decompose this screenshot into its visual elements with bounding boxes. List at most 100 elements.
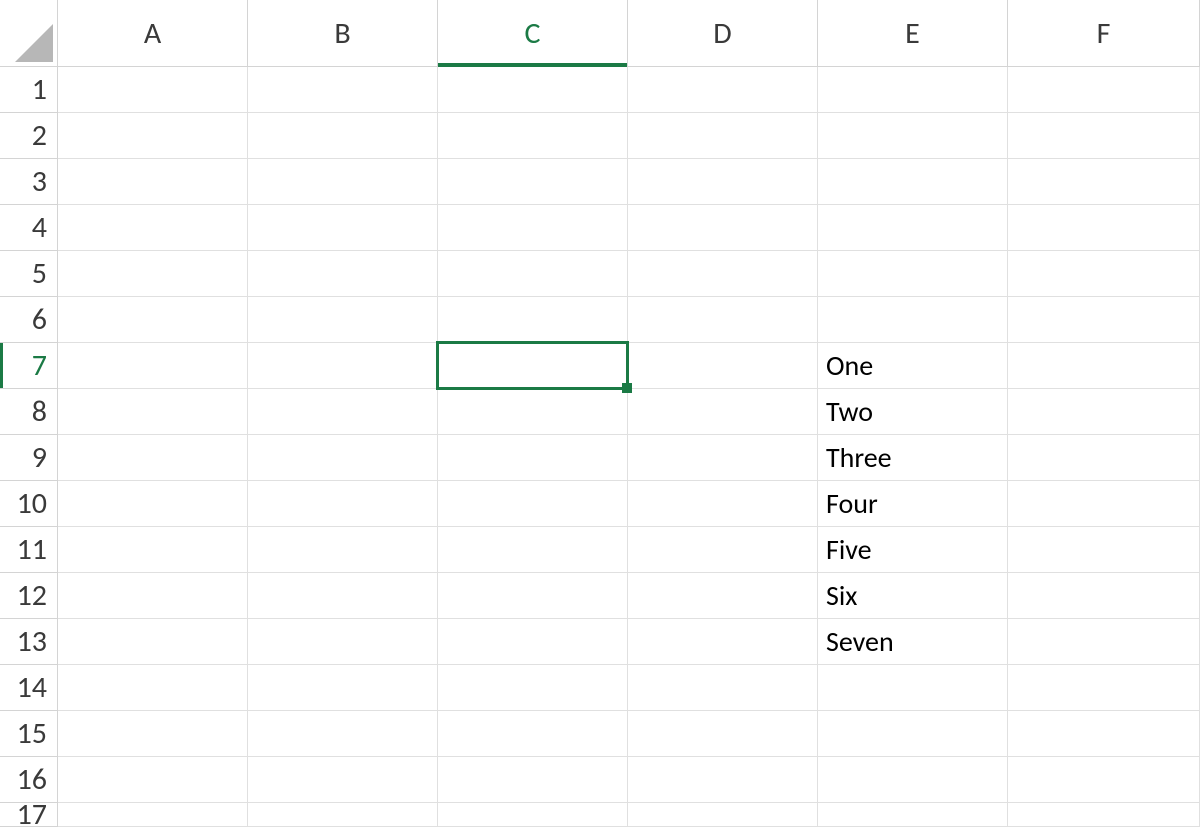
cell-D9[interactable]	[628, 435, 818, 481]
cell-E7[interactable]: One	[818, 343, 1008, 389]
cell-B16[interactable]	[248, 757, 438, 803]
cell-B10[interactable]	[248, 481, 438, 527]
cell-C7[interactable]	[438, 343, 628, 389]
cell-A16[interactable]	[58, 757, 248, 803]
cell-C15[interactable]	[438, 711, 628, 757]
cell-C9[interactable]	[438, 435, 628, 481]
cell-B3[interactable]	[248, 159, 438, 205]
row-header-10[interactable]: 10	[0, 481, 58, 527]
cell-F16[interactable]	[1008, 757, 1200, 803]
cell-A5[interactable]	[58, 251, 248, 297]
cell-C14[interactable]	[438, 665, 628, 711]
row-header-2[interactable]: 2	[0, 113, 58, 159]
cell-D3[interactable]	[628, 159, 818, 205]
row-header-12[interactable]: 12	[0, 573, 58, 619]
cell-D5[interactable]	[628, 251, 818, 297]
cell-D15[interactable]	[628, 711, 818, 757]
cell-B4[interactable]	[248, 205, 438, 251]
cell-A9[interactable]	[58, 435, 248, 481]
cell-A17[interactable]	[58, 803, 248, 827]
cell-A1[interactable]	[58, 67, 248, 113]
cell-D2[interactable]	[628, 113, 818, 159]
column-header-F[interactable]: F	[1008, 0, 1200, 67]
cell-C5[interactable]	[438, 251, 628, 297]
cell-F3[interactable]	[1008, 159, 1200, 205]
cell-D4[interactable]	[628, 205, 818, 251]
cell-C8[interactable]	[438, 389, 628, 435]
cell-F10[interactable]	[1008, 481, 1200, 527]
cell-A11[interactable]	[58, 527, 248, 573]
row-header-13[interactable]: 13	[0, 619, 58, 665]
cell-E2[interactable]	[818, 113, 1008, 159]
cell-B9[interactable]	[248, 435, 438, 481]
row-header-3[interactable]: 3	[0, 159, 58, 205]
row-header-7[interactable]: 7	[0, 343, 58, 389]
cell-E1[interactable]	[818, 67, 1008, 113]
cell-F14[interactable]	[1008, 665, 1200, 711]
cell-B15[interactable]	[248, 711, 438, 757]
cell-D12[interactable]	[628, 573, 818, 619]
row-header-6[interactable]: 6	[0, 297, 58, 343]
cell-F15[interactable]	[1008, 711, 1200, 757]
cell-D14[interactable]	[628, 665, 818, 711]
cell-C6[interactable]	[438, 297, 628, 343]
cell-F17[interactable]	[1008, 803, 1200, 827]
cell-D16[interactable]	[628, 757, 818, 803]
cell-C1[interactable]	[438, 67, 628, 113]
cell-E10[interactable]: Four	[818, 481, 1008, 527]
select-all-corner[interactable]	[0, 0, 58, 67]
cell-B6[interactable]	[248, 297, 438, 343]
cell-E8[interactable]: Two	[818, 389, 1008, 435]
cell-E5[interactable]	[818, 251, 1008, 297]
cell-E14[interactable]	[818, 665, 1008, 711]
cell-B5[interactable]	[248, 251, 438, 297]
cell-F4[interactable]	[1008, 205, 1200, 251]
cell-C12[interactable]	[438, 573, 628, 619]
cell-A12[interactable]	[58, 573, 248, 619]
cell-B14[interactable]	[248, 665, 438, 711]
cell-B2[interactable]	[248, 113, 438, 159]
cell-C2[interactable]	[438, 113, 628, 159]
cell-F6[interactable]	[1008, 297, 1200, 343]
cell-F5[interactable]	[1008, 251, 1200, 297]
cell-E17[interactable]	[818, 803, 1008, 827]
cell-B1[interactable]	[248, 67, 438, 113]
column-header-A[interactable]: A	[58, 0, 248, 67]
cell-B12[interactable]	[248, 573, 438, 619]
cell-E16[interactable]	[818, 757, 1008, 803]
row-header-11[interactable]: 11	[0, 527, 58, 573]
cell-A15[interactable]	[58, 711, 248, 757]
cell-F11[interactable]	[1008, 527, 1200, 573]
cell-B17[interactable]	[248, 803, 438, 827]
cell-F2[interactable]	[1008, 113, 1200, 159]
cell-E4[interactable]	[818, 205, 1008, 251]
cell-C16[interactable]	[438, 757, 628, 803]
cell-F12[interactable]	[1008, 573, 1200, 619]
column-header-B[interactable]: B	[248, 0, 438, 67]
cell-F9[interactable]	[1008, 435, 1200, 481]
cell-A14[interactable]	[58, 665, 248, 711]
row-header-15[interactable]: 15	[0, 711, 58, 757]
row-header-17[interactable]: 17	[0, 803, 58, 827]
cell-D6[interactable]	[628, 297, 818, 343]
row-header-4[interactable]: 4	[0, 205, 58, 251]
fill-handle[interactable]	[622, 383, 632, 393]
cell-C10[interactable]	[438, 481, 628, 527]
cell-E3[interactable]	[818, 159, 1008, 205]
cell-E11[interactable]: Five	[818, 527, 1008, 573]
column-header-D[interactable]: D	[628, 0, 818, 67]
cell-D10[interactable]	[628, 481, 818, 527]
row-header-14[interactable]: 14	[0, 665, 58, 711]
cell-A2[interactable]	[58, 113, 248, 159]
cell-F8[interactable]	[1008, 389, 1200, 435]
cell-F7[interactable]	[1008, 343, 1200, 389]
cell-C4[interactable]	[438, 205, 628, 251]
row-header-8[interactable]: 8	[0, 389, 58, 435]
column-header-C[interactable]: C	[438, 0, 628, 67]
cell-C3[interactable]	[438, 159, 628, 205]
row-header-5[interactable]: 5	[0, 251, 58, 297]
cell-C17[interactable]	[438, 803, 628, 827]
cell-B8[interactable]	[248, 389, 438, 435]
cell-A10[interactable]	[58, 481, 248, 527]
cell-F13[interactable]	[1008, 619, 1200, 665]
